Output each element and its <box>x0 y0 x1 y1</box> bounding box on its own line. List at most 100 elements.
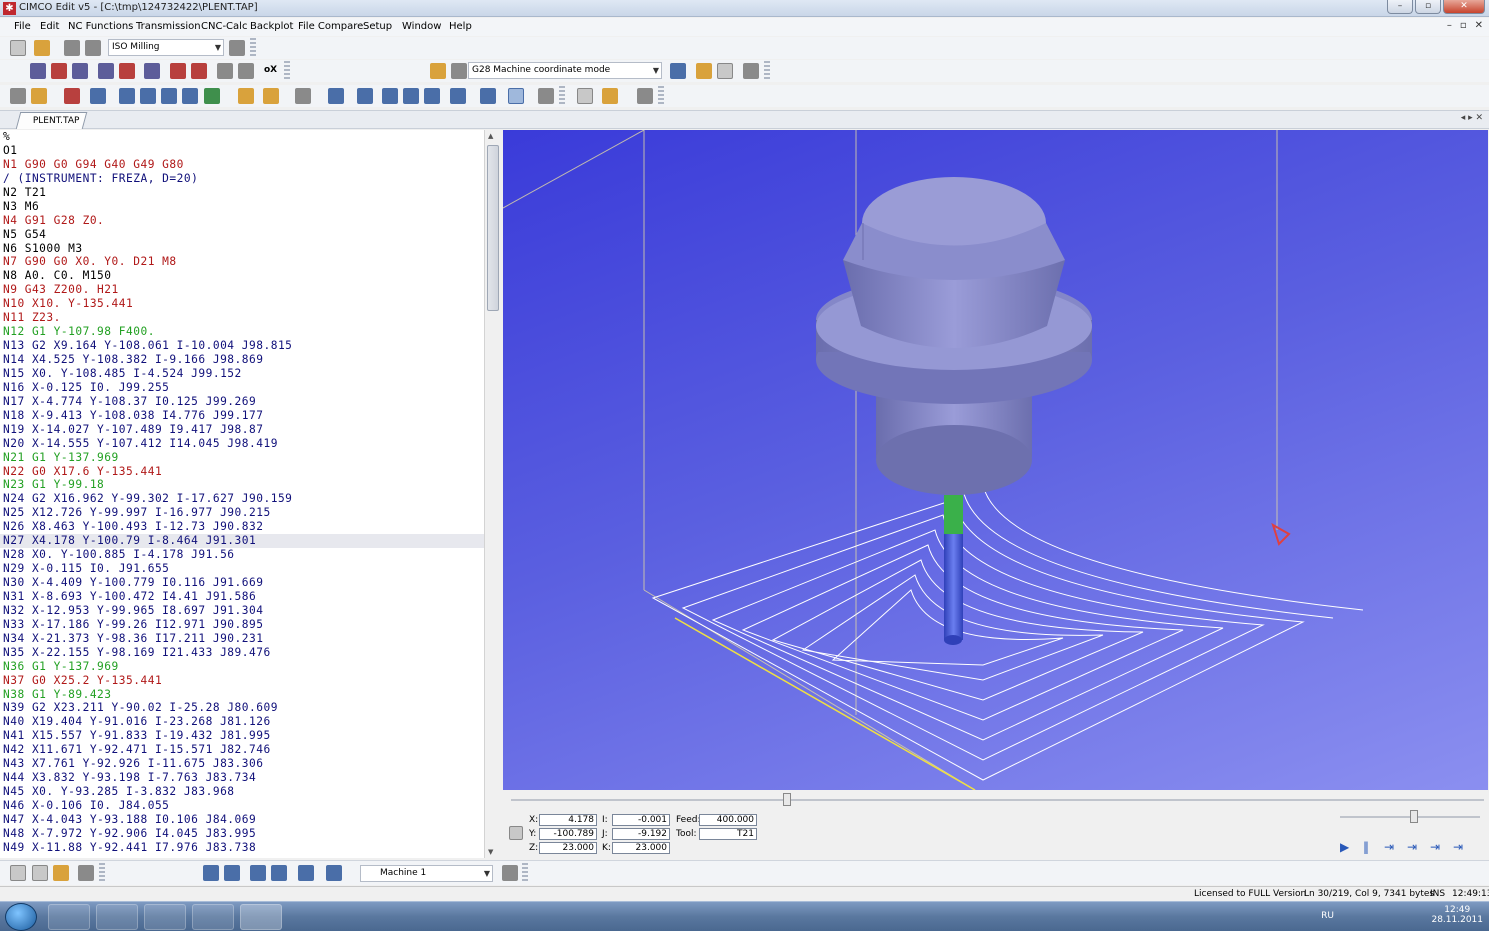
code-line[interactable]: N13 G2 X9.164 Y-108.061 I-10.004 J98.815 <box>0 339 484 353</box>
code-line[interactable]: N41 X15.557 Y-91.833 I-19.432 J81.995 <box>0 729 484 743</box>
document-icon[interactable] <box>577 88 593 104</box>
nc-code-editor[interactable]: % O1 N1 G90 G0 G94 G40 G49 G80/ (INSTRUMEN… <box>0 130 484 858</box>
scroll-down-icon[interactable]: ▼ <box>488 848 493 856</box>
zoom-in-icon[interactable] <box>119 88 135 104</box>
maximize-button[interactable]: ▫ <box>1415 0 1441 14</box>
pen-icon[interactable] <box>204 88 220 104</box>
close-button[interactable]: ✕ <box>1443 0 1485 14</box>
menu-backplot[interactable]: Backplot <box>250 21 293 32</box>
code-line[interactable]: N15 X0. Y-108.485 I-4.524 J99.152 <box>0 367 484 381</box>
copy-icon[interactable] <box>32 865 48 881</box>
code-line[interactable]: N38 G1 Y-89.423 <box>0 688 484 702</box>
bulb-icon[interactable] <box>696 63 712 79</box>
code-line[interactable]: N39 G2 X23.211 Y-90.02 I-25.28 J80.609 <box>0 701 484 715</box>
view-iso-icon[interactable] <box>424 88 440 104</box>
machine-select[interactable]: Machine 1 ▼ <box>360 865 493 882</box>
speed-slider[interactable] <box>1340 810 1480 823</box>
machine-settings-icon[interactable] <box>326 865 342 881</box>
grid-icon[interactable] <box>717 63 733 79</box>
code-line[interactable]: N17 X-4.774 Y-108.37 I0.125 J99.269 <box>0 395 484 409</box>
code-line[interactable]: N42 X11.671 Y-92.471 I-15.571 J82.746 <box>0 743 484 757</box>
code-line[interactable]: N4 G91 G28 Z0. <box>0 214 484 228</box>
zoom-out-icon[interactable] <box>140 88 156 104</box>
scroll-up-icon[interactable]: ▲ <box>488 132 493 140</box>
renumber-icon[interactable] <box>30 63 46 79</box>
open-folder-icon[interactable] <box>31 88 47 104</box>
view-top-icon[interactable] <box>357 88 373 104</box>
step-forward-icon[interactable]: ⇥ <box>1384 840 1394 854</box>
backplot-viewport[interactable] <box>503 130 1488 790</box>
code-line[interactable]: N23 G1 Y-99.18 <box>0 478 484 492</box>
taskbar-cimco-icon[interactable] <box>240 904 282 930</box>
settings-icon[interactable] <box>637 88 653 104</box>
folder-icon[interactable] <box>53 865 69 881</box>
code-line[interactable]: N18 X-9.413 Y-108.038 I4.776 J99.177 <box>0 409 484 423</box>
receive-icon[interactable] <box>224 865 240 881</box>
taskbar-explorer-icon[interactable] <box>144 904 186 930</box>
open-backplot-icon[interactable] <box>602 88 618 104</box>
toolbar-grip[interactable] <box>522 863 528 883</box>
new-file-icon[interactable] <box>10 40 26 56</box>
step-end-icon[interactable]: ⇥ <box>1430 840 1440 854</box>
lowercase-icon[interactable] <box>191 63 207 79</box>
open-file-icon[interactable] <box>34 40 50 56</box>
code-line[interactable]: N7 G90 G0 X0. Y0. D21 M8 <box>0 255 484 269</box>
menu-transmission[interactable]: Transmission <box>136 21 201 32</box>
mdi-restore-icon[interactable]: ▫ <box>1460 20 1467 31</box>
code-line[interactable]: % <box>0 130 484 144</box>
code-line[interactable]: N25 X12.726 Y-99.997 I-16.977 J90.215 <box>0 506 484 520</box>
code-line[interactable]: N43 X7.761 Y-92.926 I-11.675 J83.306 <box>0 757 484 771</box>
code-line[interactable]: N14 X4.525 Y-108.382 I-9.166 J98.869 <box>0 353 484 367</box>
code-line[interactable]: N29 X-0.115 I0. J91.655 <box>0 562 484 576</box>
pick-icon[interactable] <box>328 88 344 104</box>
zoom-fit-icon[interactable] <box>182 88 198 104</box>
remove-numbers-icon[interactable] <box>51 63 67 79</box>
code-line[interactable]: N34 X-21.373 Y-98.36 I17.211 J90.231 <box>0 632 484 646</box>
toolbar-grip[interactable] <box>284 61 290 81</box>
code-line[interactable]: N8 A0. C0. M150 <box>0 269 484 283</box>
settings-icon[interactable] <box>78 865 94 881</box>
code-line[interactable]: N32 X-12.953 Y-99.965 I8.697 J91.304 <box>0 604 484 618</box>
code-line[interactable]: N37 G0 X25.2 Y-135.441 <box>0 674 484 688</box>
taskbar-ie-icon[interactable] <box>48 904 90 930</box>
code-line[interactable]: N28 X0. Y-100.885 I-4.178 J91.56 <box>0 548 484 562</box>
code-line[interactable]: N12 G1 Y-107.98 F400. <box>0 325 484 339</box>
insert-spaces-icon[interactable] <box>98 63 114 79</box>
eraser-icon[interactable] <box>238 88 254 104</box>
code-line[interactable]: N36 G1 Y-137.969 <box>0 660 484 674</box>
menu-nc-functions[interactable]: NC Functions <box>68 21 133 32</box>
toolbar-grip[interactable] <box>99 863 105 883</box>
code-line[interactable]: N24 G2 X16.962 Y-99.302 I-17.627 J90.159 <box>0 492 484 506</box>
menu-edit[interactable]: Edit <box>40 21 59 32</box>
axis-icon[interactable] <box>450 88 466 104</box>
code-line[interactable]: N16 X-0.125 I0. J99.255 <box>0 381 484 395</box>
taskbar-box-icon[interactable] <box>192 904 234 930</box>
send-icon[interactable] <box>203 865 219 881</box>
number-block-icon[interactable] <box>72 63 88 79</box>
pause-icon[interactable]: ‖ <box>1363 840 1369 854</box>
settings-icon[interactable] <box>538 88 554 104</box>
code-line[interactable]: N2 T21 <box>0 186 484 200</box>
system-clock[interactable]: 12:49 28.11.2011 <box>1431 905 1483 925</box>
play-icon[interactable]: ▶ <box>1340 840 1349 854</box>
minimize-button[interactable]: – <box>1387 0 1413 14</box>
toolbar-grip[interactable] <box>658 86 664 106</box>
tab-plent-tap[interactable]: PLENT.TAP <box>15 112 88 129</box>
remove-empty-lines-icon[interactable] <box>144 63 160 79</box>
ox-button[interactable]: oX <box>264 65 277 75</box>
cut-tool-icon[interactable] <box>64 88 80 104</box>
code-line[interactable]: N5 G54 <box>0 228 484 242</box>
code-line[interactable]: N40 X19.404 Y-91.016 I-23.268 J81.126 <box>0 715 484 729</box>
code-line[interactable]: N21 G1 Y-137.969 <box>0 451 484 465</box>
code-line[interactable]: N49 X-11.88 Y-92.441 I7.976 J83.738 <box>0 841 484 855</box>
code-line[interactable]: N6 S1000 M3 <box>0 242 484 256</box>
tool-icon[interactable] <box>10 88 26 104</box>
menu-window[interactable]: Window <box>402 21 441 32</box>
menu-help[interactable]: Help <box>449 21 472 32</box>
menu-file-compare[interactable]: File Compare <box>298 21 363 32</box>
transmit-icon[interactable] <box>298 865 314 881</box>
settings-icon[interactable] <box>502 865 518 881</box>
code-line[interactable]: N48 X-7.972 Y-92.906 I4.045 J83.995 <box>0 827 484 841</box>
toolbar-grip[interactable] <box>559 86 565 106</box>
code-line[interactable]: N9 G43 Z200. H21 <box>0 283 484 297</box>
